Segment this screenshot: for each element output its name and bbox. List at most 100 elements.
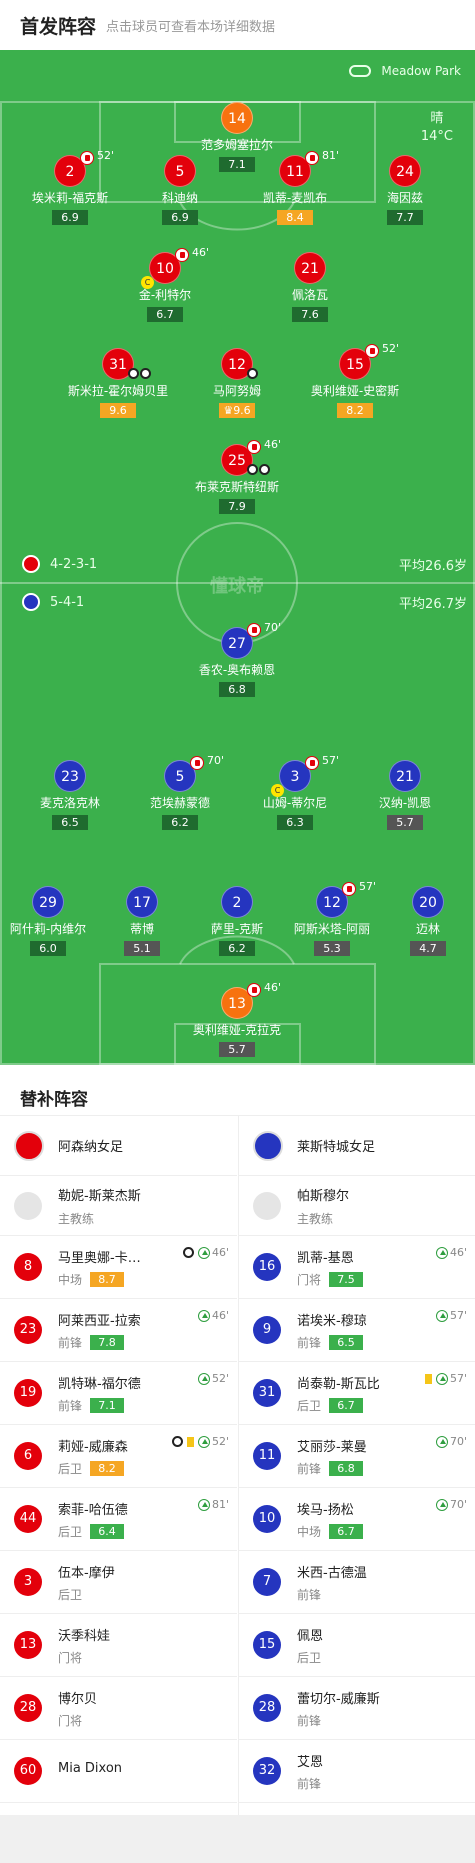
player-name: 范多姆塞拉尔: [200, 138, 273, 152]
bench-row[interactable]: 28 博尔贝 门将: [0, 1677, 237, 1740]
player-marker[interactable]: 5 70' 范埃赫蒙德 6.2: [120, 755, 240, 830]
home-formation-text: 4-2-3-1: [50, 556, 98, 572]
bench-events: 81': [197, 1498, 229, 1511]
coach-role: 主教练: [297, 1211, 334, 1226]
home-team-logo-icon: [22, 555, 40, 573]
player-marker[interactable]: 24 海因兹 7.7: [345, 155, 465, 225]
bench-player-name: 博尔贝: [58, 1691, 98, 1707]
player-number: 10 46' C: [141, 247, 209, 289]
bench-panel: 阿森纳女足 勒妮-斯莱杰斯 主教练 8 马里奥娜-卡… 中场 8.7 46' 23 阿莱西亚-…: [0, 1115, 475, 1816]
bench-player-name: 莉娅-威廉森: [58, 1439, 128, 1455]
player-rating-value: 8.4: [286, 211, 304, 224]
player-number: 2 52': [54, 150, 114, 187]
player-marker[interactable]: 15 52' 奥利维娅-史密斯 8.2: [295, 343, 415, 418]
bench-player-number: 3: [14, 1568, 42, 1596]
bench-player-meta: 前锋 6.8: [297, 1460, 367, 1477]
bench-events: 57': [435, 1309, 467, 1322]
bench-row[interactable]: 19 凯特琳-福尔德 前锋 7.1 52': [0, 1362, 237, 1425]
player-name: 范埃赫蒙德: [149, 796, 210, 810]
bench-row[interactable]: 23 阿莱西亚-拉索 前锋 7.8 46': [0, 1299, 237, 1362]
bench-player-info: 蕾切尔-威廉斯 前锋: [297, 1688, 380, 1729]
player-marker[interactable]: 25 46' 布莱克斯特纽斯 7.9: [177, 439, 297, 514]
bench-player-name: 艾丽莎-莱曼: [297, 1439, 367, 1455]
player-marker[interactable]: 21 汉纳-凯恩 5.7: [345, 760, 465, 830]
stadium-icon: [349, 65, 372, 77]
player-marker[interactable]: 2 52' 埃米莉-福克斯 6.9: [10, 150, 130, 225]
bench-player-position: 中场: [58, 1272, 83, 1287]
player-number: 5: [164, 155, 196, 187]
player-marker[interactable]: 21 佩洛瓦 7.6: [250, 252, 370, 322]
player-rating-value: 6.5: [61, 816, 79, 829]
bench-row[interactable]: 32 艾恩 前锋: [239, 1740, 475, 1803]
weather-text: 晴: [430, 111, 444, 126]
sub-off-icon: [247, 623, 261, 637]
player-number: 27 70': [221, 622, 281, 659]
bench-row[interactable]: 16 凯蒂-基恩 门将 7.5 46': [239, 1236, 475, 1299]
bench-row[interactable]: 11 艾丽莎-莱曼 前锋 6.8 70': [239, 1425, 475, 1488]
bench-events: 52': [197, 1372, 229, 1385]
bench-player-name: 凯蒂-基恩: [297, 1250, 354, 1266]
bench-player-info: 博尔贝 门将: [58, 1688, 97, 1729]
bench-title: 替补阵容: [0, 1065, 475, 1115]
bench-row[interactable]: 6 莉娅-威廉森 后卫 8.2 52': [0, 1425, 237, 1488]
bench-player-name: 阿莱西亚-拉索: [58, 1313, 141, 1329]
player-marker[interactable]: 5 科迪纳 6.9: [120, 155, 240, 225]
home-coach-row[interactable]: 勒妮-斯莱杰斯 主教练: [0, 1176, 237, 1236]
player-marker[interactable]: 10 46' C 金-利特尔 6.7: [105, 247, 225, 322]
player-marker[interactable]: 12 马阿努姆 ♛9.6: [177, 348, 297, 418]
bench-row[interactable]: 31 尚泰勒-斯瓦比 后卫 6.7 57': [239, 1362, 475, 1425]
page-subtitle: 点击球员可查看本场详细数据: [106, 19, 276, 35]
player-marker[interactable]: 27 70' 香农-奥布赖恩 6.8: [177, 622, 297, 697]
player-rating: 5.7: [387, 815, 423, 830]
player-number: 21: [294, 252, 326, 284]
bench-player-info: 沃季科娃 门将: [58, 1625, 110, 1666]
player-marker[interactable]: 11 81' 凯蒂-麦凯布 8.4: [235, 150, 355, 225]
bench-row[interactable]: 28 蕾切尔-威廉斯 前锋: [239, 1677, 475, 1740]
away-bench-list: 16 凯蒂-基恩 门将 7.5 46' 9 诺埃米-穆琼 前锋 6.5 57' 31 尚泰勒-斯瓦比后…: [239, 1236, 475, 1803]
bench-row[interactable]: 10 埃马-扬松 中场 6.7 70': [239, 1488, 475, 1551]
bench-row[interactable]: 15 佩恩 后卫: [239, 1614, 475, 1677]
bench-row[interactable]: 8 马里奥娜-卡… 中场 8.7 46': [0, 1236, 237, 1299]
bench-player-meta: 后卫: [58, 1586, 115, 1603]
player-number: 13 46': [221, 982, 281, 1019]
away-team-row[interactable]: 莱斯特城女足: [239, 1116, 475, 1176]
bench-row[interactable]: 13 沃季科娃 门将: [0, 1614, 237, 1677]
sub-on-time: 52': [211, 1435, 229, 1448]
player-name: 海因兹: [386, 191, 423, 205]
player-name: 布莱克斯特纽斯: [194, 480, 279, 494]
bench-player-position: 后卫: [58, 1524, 83, 1539]
bench-row[interactable]: 9 诺埃米-穆琼 前锋 6.5 57': [239, 1299, 475, 1362]
player-marker[interactable]: 23 麦克洛克林 6.5: [10, 760, 130, 830]
bench-row[interactable]: 60 Mia Dixon: [0, 1740, 237, 1803]
player-number: 20: [412, 886, 444, 918]
player-rating-value: 7.9: [228, 500, 246, 513]
player-marker[interactable]: 13 46' 奥利维娅-克拉克 5.7: [177, 982, 297, 1057]
bench-player-rating: 7.1: [90, 1397, 125, 1413]
sub-on-icon: [435, 1372, 448, 1385]
goal-ball-icon: [259, 464, 270, 475]
player-number: 24: [389, 155, 421, 187]
home-team-row[interactable]: 阿森纳女足: [0, 1116, 237, 1176]
coach-name: 勒妮-斯莱杰斯: [58, 1188, 141, 1204]
player-rating: 6.5: [52, 815, 88, 830]
bench-row[interactable]: 3 伍本-摩伊 后卫: [0, 1551, 237, 1614]
sub-on-time: 70': [449, 1435, 467, 1448]
player-marker[interactable]: 3 57' C 山姆-蒂尔尼 6.3: [235, 755, 355, 830]
player-rating-value: 6.0: [39, 942, 57, 955]
away-coach-row[interactable]: 帕斯穆尔 主教练: [239, 1176, 475, 1236]
bench-player-info: 米西-古德温 前锋: [297, 1562, 367, 1603]
away-avg-age: 平均26.7岁: [399, 597, 467, 612]
player-marker[interactable]: 31 斯米拉-霍尔姆贝里 9.6: [58, 348, 178, 418]
away-team-name: 莱斯特城女足: [297, 1140, 376, 1155]
bench-player-meta: 前锋 7.8: [58, 1334, 141, 1351]
goals-icons: [127, 368, 151, 380]
player-rating: 6.2: [162, 815, 198, 830]
sub-on-icon: [435, 1246, 448, 1259]
bench-row[interactable]: 44 索菲-哈伍德 后卫 6.4 81': [0, 1488, 237, 1551]
sub-off-icon: [305, 756, 319, 770]
bench-player-info: 艾恩 前锋: [297, 1751, 323, 1792]
goal-ball-icon: [128, 368, 139, 379]
player-marker[interactable]: 20 迈林 4.7: [368, 886, 475, 956]
weather-info: 晴 14°C: [421, 110, 453, 146]
bench-row[interactable]: 7 米西-古德温 前锋: [239, 1551, 475, 1614]
